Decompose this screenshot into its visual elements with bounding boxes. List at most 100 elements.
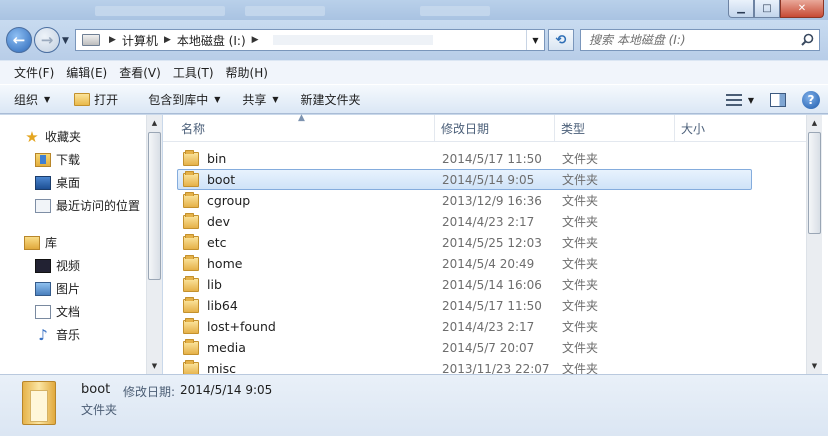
scrollbar-thumb[interactable] [148,132,161,280]
details-modified-label: 修改日期: [123,385,176,399]
back-arrow-icon: ← [12,31,26,49]
forward-arrow-icon: → [40,31,54,49]
music-library-icon: ♪ [38,325,48,344]
blurred-address-area [272,35,433,45]
download-folder-icon [35,152,51,167]
folder-icon [183,170,199,187]
column-header-type[interactable]: 类型 [555,115,675,142]
sidebar-item-music[interactable]: ♪ 音乐 [0,323,146,346]
navigation-pane: ★ 收藏夹 下载 桌面 最近访问的位置 库 视频 图片 文档 ♪ 音乐 ▲ ▼ [0,115,162,374]
sidebar-item-videos[interactable]: 视频 [0,254,146,277]
search-box[interactable] [580,29,820,51]
chevron-right-icon[interactable]: ▶ [164,35,171,45]
column-header-size[interactable]: 大小 [675,115,806,142]
table-row[interactable]: home 2014/5/4 20:49 文件夹 [177,253,752,274]
address-dropdown-button[interactable]: ▼ [526,30,544,50]
help-button[interactable]: ? [794,88,828,112]
sidebar-item-downloads[interactable]: 下载 [0,148,146,171]
star-icon: ★ [25,127,39,146]
minimize-button[interactable]: ▁ [728,0,754,18]
file-name: lost+found [207,319,276,334]
folder-icon [183,275,199,292]
video-library-icon [35,258,51,273]
folder-icon [183,338,199,355]
search-input[interactable] [589,33,799,47]
details-item-name: boot [81,382,111,397]
sidebar-item-pictures[interactable]: 图片 [0,277,146,300]
back-button[interactable]: ← [6,27,32,53]
file-name: lib [207,277,222,292]
file-modified-date: 2014/4/23 2:17 [442,319,535,334]
preview-pane-icon [770,93,786,107]
sidebar-libraries[interactable]: 库 [0,231,146,254]
open-button[interactable]: 打开 [66,87,126,111]
breadcrumb-drive-i[interactable]: 本地磁盘 (I:) [177,32,246,49]
file-type: 文件夹 [562,215,599,229]
refresh-button[interactable]: ⟲ [548,29,574,51]
breadcrumb-computer[interactable]: 计算机 [122,32,158,49]
refresh-icon: ⟲ [555,32,567,48]
file-modified-date: 2014/5/14 16:06 [442,277,542,292]
chevron-right-icon: ▶ [109,35,116,45]
view-list-icon [725,94,742,106]
search-icon[interactable] [801,33,814,46]
menu-bar: 文件(F) 编辑(E) 查看(V) 工具(T) 帮助(H) [0,60,828,84]
menu-edit[interactable]: 编辑(E) [60,64,113,81]
column-header-name[interactable]: 名称 [175,115,435,142]
file-name: media [207,340,246,355]
share-button[interactable]: 共享 ▼ [234,87,286,111]
table-row[interactable]: media 2014/5/7 20:07 文件夹 [177,337,752,358]
preview-pane-button[interactable] [762,88,794,112]
close-button[interactable]: ✕ [780,0,824,18]
folder-icon [183,149,199,166]
details-modified-value: 2014/5/14 9:05 [180,383,273,397]
blurred-title-area [245,6,325,16]
blurred-title-area [420,6,490,16]
new-folder-button[interactable]: 新建文件夹 [293,87,369,111]
change-view-button[interactable]: ▼ [718,88,762,112]
table-row[interactable]: lib64 2014/5/17 11:50 文件夹 [177,295,752,316]
sidebar-item-desktop[interactable]: 桌面 [0,171,146,194]
file-modified-date: 2014/5/17 11:50 [442,151,542,166]
navigation-pane-scrollbar[interactable]: ▲ ▼ [146,115,162,374]
sidebar-favorites[interactable]: ★ 收藏夹 [0,125,146,148]
forward-button[interactable]: → [34,27,60,53]
folder-icon [183,212,199,229]
table-row[interactable]: cgroup 2013/12/9 16:36 文件夹 [177,190,752,211]
scrollbar-thumb[interactable] [808,132,821,234]
title-bar: ▁ □ ✕ [0,0,828,20]
menu-tools[interactable]: 工具(T) [167,64,220,81]
file-name: home [207,256,243,271]
scroll-down-icon[interactable]: ▼ [807,358,822,374]
file-modified-date: 2013/12/9 16:36 [442,193,542,208]
file-type: 文件夹 [562,278,599,292]
menu-view[interactable]: 查看(V) [113,64,167,81]
scroll-up-icon[interactable]: ▲ [807,115,822,131]
table-row[interactable]: lib 2014/5/14 16:06 文件夹 [177,274,752,295]
address-bar[interactable]: ▶ 计算机 ▶ 本地磁盘 (I:) ▶ ▼ [75,29,545,51]
recent-pages-dropdown[interactable]: ▼ [62,36,69,46]
sidebar-item-documents[interactable]: 文档 [0,300,146,323]
scroll-up-icon[interactable]: ▲ [147,115,162,131]
folder-icon [183,296,199,313]
details-pane: boot 修改日期: 2014/5/14 9:05 文件夹 [0,374,828,436]
table-row[interactable]: dev 2014/4/23 2:17 文件夹 [177,211,752,232]
table-row[interactable]: boot 2014/5/14 9:05 文件夹 [177,169,752,190]
menu-file[interactable]: 文件(F) [8,64,60,81]
menu-help[interactable]: 帮助(H) [220,64,274,81]
organize-button[interactable]: 组织 ▼ [6,87,58,111]
table-row[interactable]: bin 2014/5/17 11:50 文件夹 [177,148,752,169]
maximize-button[interactable]: □ [754,0,780,18]
chevron-right-icon[interactable]: ▶ [252,35,259,45]
table-row[interactable]: etc 2014/5/25 12:03 文件夹 [177,232,752,253]
blurred-title-area [95,6,225,16]
open-folder-icon [74,92,91,106]
column-header-modified[interactable]: 修改日期 [435,115,555,142]
file-modified-date: 2014/5/7 20:07 [442,340,535,355]
folder-large-icon [22,381,56,425]
include-in-library-button[interactable]: 包含到库中 ▼ [140,87,228,111]
scroll-down-icon[interactable]: ▼ [147,358,162,374]
sidebar-item-recent-places[interactable]: 最近访问的位置 [0,194,146,217]
file-list-scrollbar[interactable]: ▲ ▼ [806,115,822,374]
table-row[interactable]: lost+found 2014/4/23 2:17 文件夹 [177,316,752,337]
